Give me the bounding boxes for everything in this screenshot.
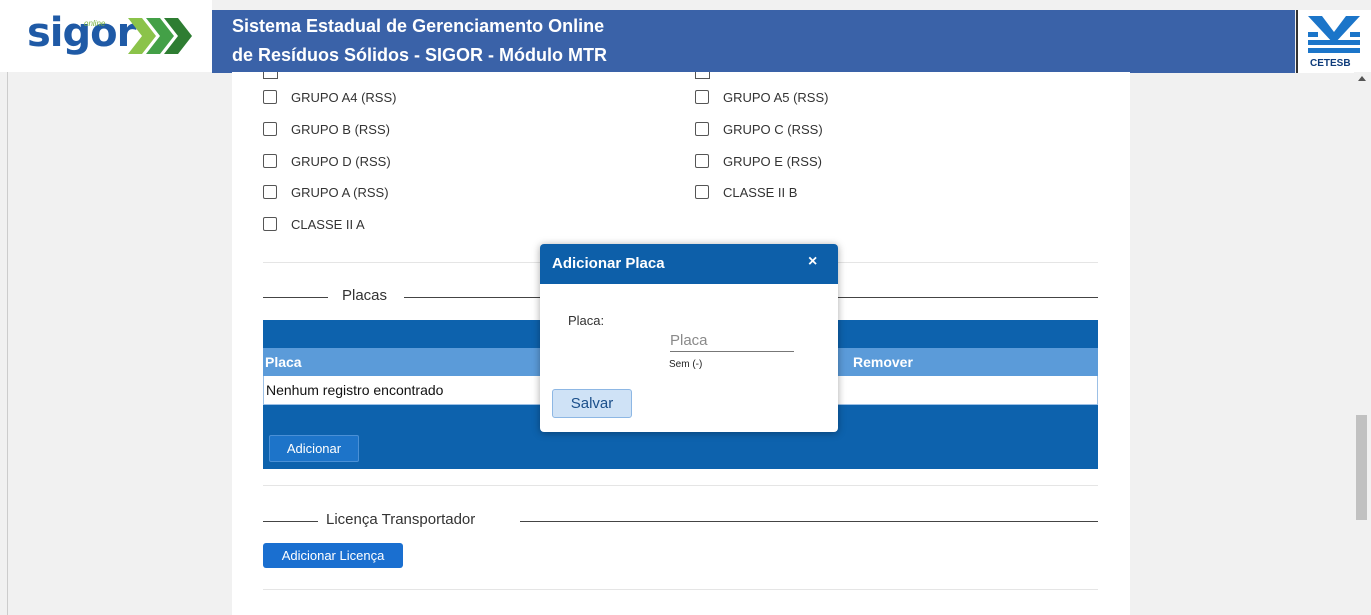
add-placa-dialog: Adicionar Placa × Placa: Sem (-) Salvar [540,244,838,432]
checkbox-label: GRUPO A4 (RSS) [291,89,397,105]
legend-line [520,521,1098,522]
scrollbar-thumb[interactable] [1356,415,1367,520]
scroll-up-icon[interactable] [1358,76,1366,81]
checkbox-classe-ii-a[interactable]: CLASSE II A [263,215,365,233]
licenca-legend: Licença Transportador [326,511,476,528]
app-header: sigor online Sistema Estadual de Gerenci… [0,0,1371,73]
placas-legend: Placas [342,287,388,304]
dialog-title: Adicionar Placa [552,255,665,272]
divider [263,589,1098,590]
checkbox-partial[interactable] [695,72,710,79]
legend-line [263,297,328,298]
checkbox-box[interactable] [695,122,709,136]
checkbox-label: GRUPO E (RSS) [723,153,822,169]
checkbox-box[interactable] [263,154,277,168]
cetesb-logo[interactable]: CETESB [1296,10,1371,73]
checkbox-label: GRUPO A (RSS) [291,184,389,200]
checkbox-box[interactable] [695,90,709,104]
dialog-header: Adicionar Placa × [540,244,838,284]
checkbox-grupo-a[interactable]: GRUPO A (RSS) [263,183,389,201]
checkbox-grupo-a4[interactable]: GRUPO A4 (RSS) [263,88,396,106]
add-placa-button[interactable]: Adicionar [269,435,359,462]
checkbox-box[interactable] [695,154,709,168]
checkbox-label: CLASSE II B [723,184,798,200]
placa-hint: Sem (-) [669,359,703,370]
add-licenca-button[interactable]: Adicionar Licença [263,543,403,568]
checkbox-box[interactable] [263,217,277,231]
sigor-logo[interactable]: sigor online [0,0,212,72]
checkbox-grupo-e[interactable]: GRUPO E (RSS) [695,152,822,170]
checkbox-box[interactable] [263,90,277,104]
chevrons-icon [128,18,192,54]
logo-subtext: online [84,19,106,28]
placa-field-label: Placa: [568,313,605,328]
checkbox-box[interactable] [263,185,277,199]
empty-message: Nenhum registro encontrado [266,382,444,398]
checkbox-classe-ii-b[interactable]: CLASSE II B [695,183,797,201]
divider [263,485,1098,486]
checkbox-grupo-b[interactable]: GRUPO B (RSS) [263,120,390,138]
checkbox-label: GRUPO A5 (RSS) [723,89,829,105]
logo-text: sigor [27,10,136,56]
checkbox-partial[interactable] [263,72,278,79]
page-left-border [7,72,8,615]
system-title-line1: Sistema Estadual de Gerenciamento Online [232,16,605,36]
checkbox-grupo-c[interactable]: GRUPO C (RSS) [695,120,823,138]
legend-line [263,521,318,522]
checkbox-box[interactable] [263,122,277,136]
system-title-bar: Sistema Estadual de Gerenciamento Online… [212,10,1295,73]
checkbox-label: GRUPO C (RSS) [723,121,823,137]
cetesb-label: CETESB [1310,58,1351,69]
column-header-placa[interactable]: Placa [265,354,302,370]
checkbox-grupo-a5[interactable]: GRUPO A5 (RSS) [695,88,828,106]
checkbox-label: GRUPO D (RSS) [291,153,391,169]
checkbox-box[interactable] [695,185,709,199]
checkbox-label: CLASSE II A [291,216,365,232]
cetesb-emblem-icon [1308,16,1360,53]
scrollbar[interactable] [1354,72,1371,615]
system-title-line2: de Resíduos Sólidos - SIGOR - Módulo MTR [232,45,607,65]
checkbox-label: GRUPO B (RSS) [291,121,390,137]
placa-input[interactable] [670,329,794,352]
save-button[interactable]: Salvar [552,389,632,418]
close-icon[interactable]: × [808,253,817,271]
column-header-remover[interactable]: Remover [853,354,913,370]
checkbox-grupo-d[interactable]: GRUPO D (RSS) [263,152,391,170]
